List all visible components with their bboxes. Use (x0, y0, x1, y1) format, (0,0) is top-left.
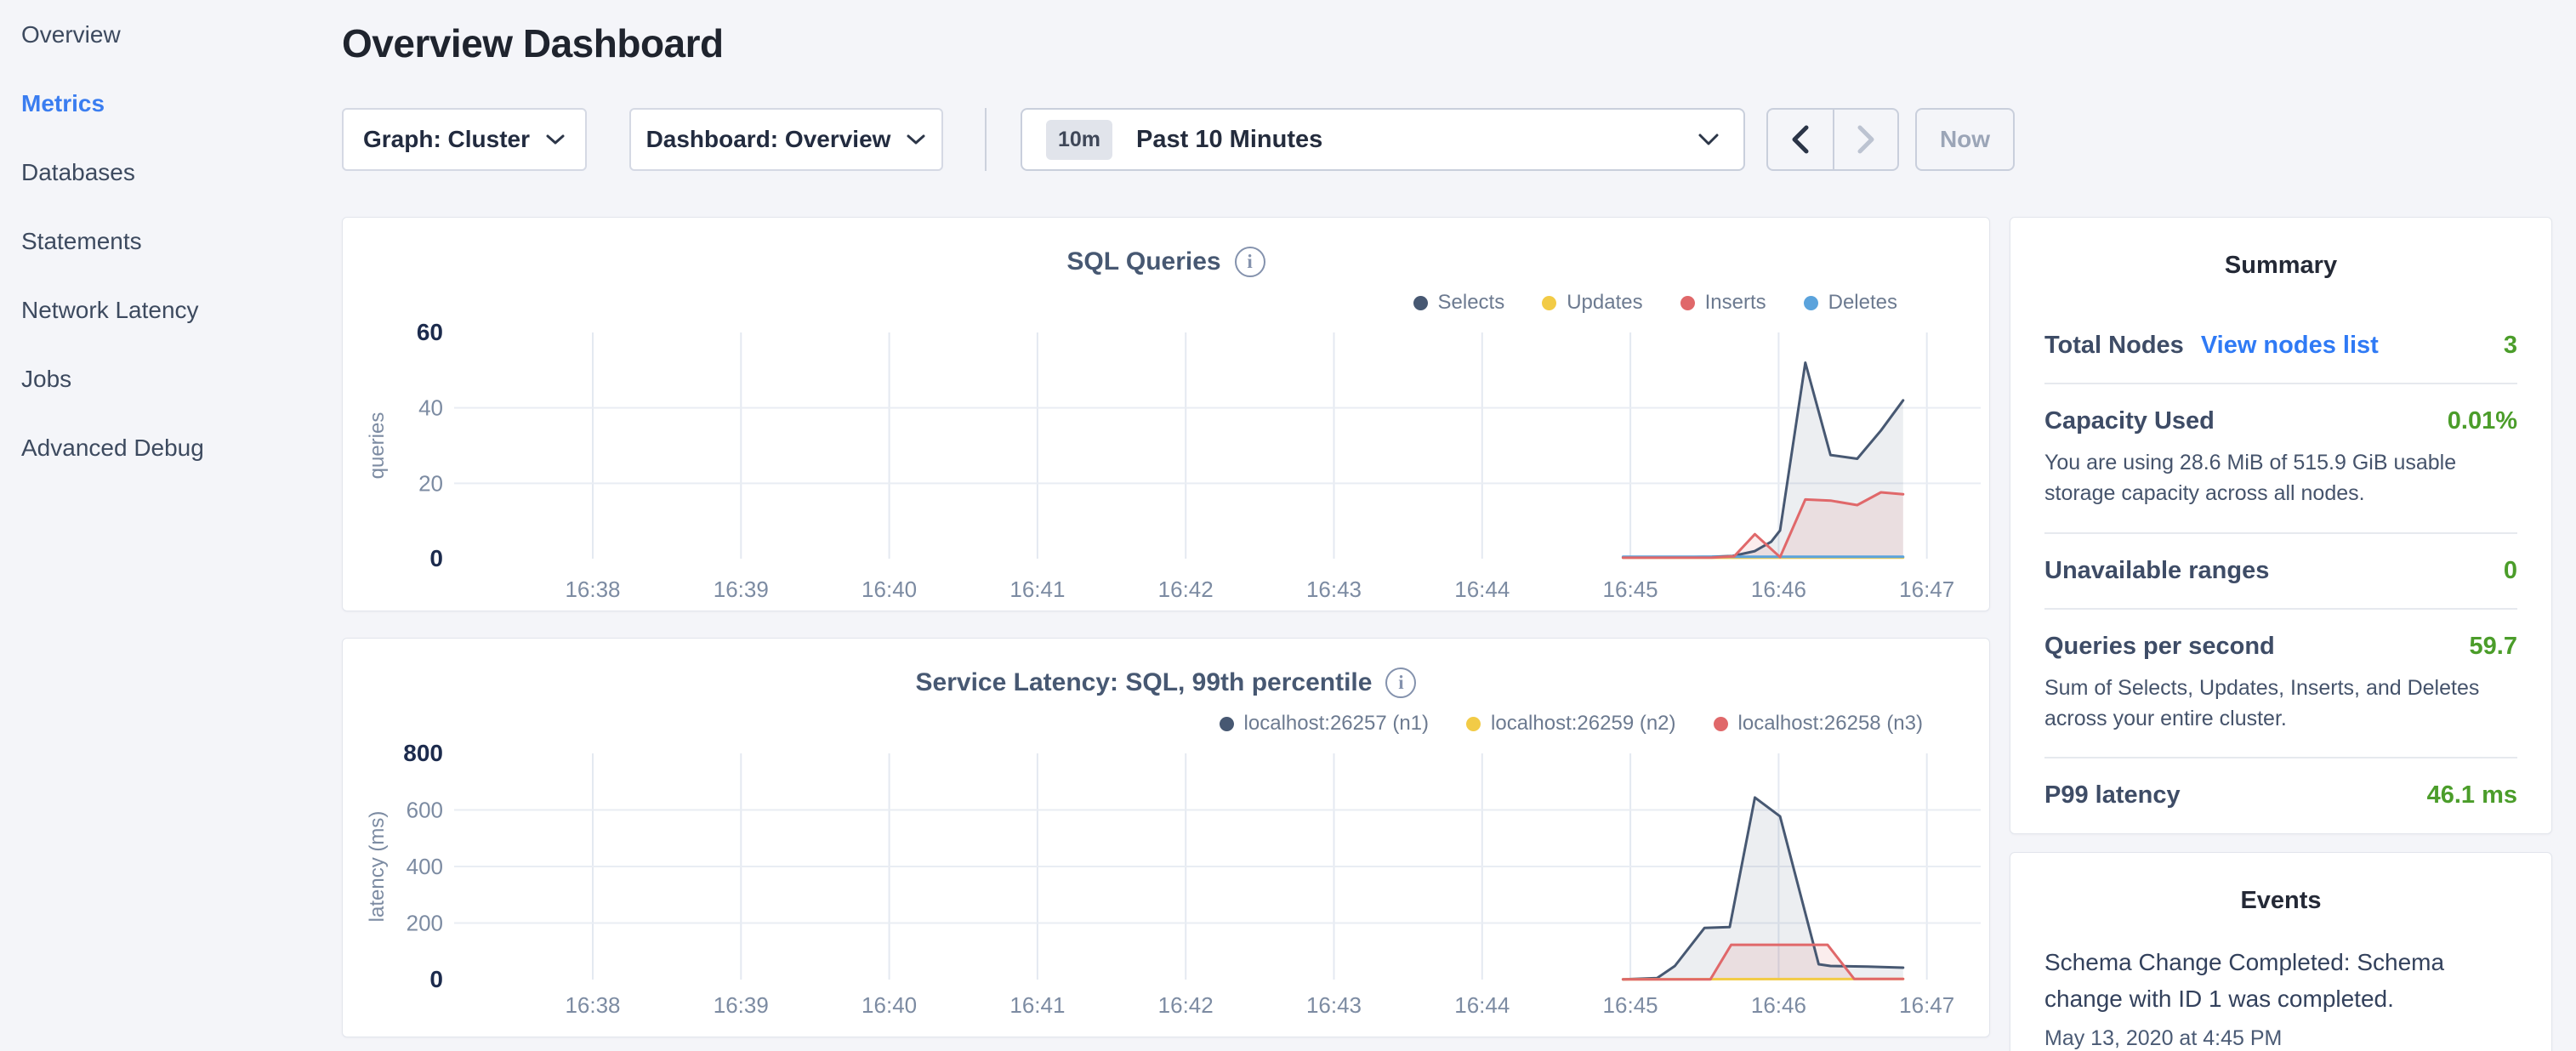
summary-row-unavailable-ranges: Unavailable ranges 0 (2044, 532, 2517, 608)
x-tick-label: 16:42 (1158, 992, 1214, 1018)
y-tick-label: 400 (407, 854, 443, 879)
y-tick-label: 60 (417, 319, 443, 345)
x-tick-label: 16:44 (1454, 577, 1510, 602)
y-tick-label: 40 (418, 395, 443, 421)
time-range-badge: 10m (1046, 120, 1112, 160)
queries-per-second-value: 59.7 (2470, 633, 2517, 661)
x-tick-label: 16:39 (714, 577, 769, 602)
sidebar-item-jobs[interactable]: Jobs (21, 344, 327, 413)
total-nodes-label: Total Nodes (2044, 332, 2184, 360)
events-title: Events (2044, 887, 2517, 915)
previous-time-button[interactable] (1768, 110, 1833, 169)
now-button[interactable]: Now (1915, 108, 2015, 171)
page-title: Overview Dashboard (342, 20, 724, 66)
x-tick-label: 16:40 (862, 577, 917, 602)
sql-queries-plot[interactable]: 16:38 16:39 16:40 16:41 16:42 16:43 16:44 16:45… (343, 218, 1989, 611)
y-axis-unit-label: latency (ms) (366, 811, 389, 923)
queries-per-second-description: Sum of Selects, Updates, Inserts, and De… (2044, 673, 2517, 735)
x-tick-label: 16:47 (1899, 577, 1954, 602)
time-step-buttons (1766, 108, 1899, 171)
summary-row-p99-latency: P99 latency 46.1 ms (2044, 757, 2517, 832)
sidebar-item-overview[interactable]: Overview (21, 0, 327, 69)
x-tick-label: 16:43 (1306, 992, 1362, 1018)
events-panel: Events Schema Change Completed: Schema c… (2010, 852, 2552, 1051)
y-tick-label: 20 (418, 470, 443, 496)
x-tick-label: 16:46 (1751, 577, 1806, 602)
x-tick-label: 16:41 (1009, 577, 1065, 602)
x-tick-label: 16:40 (862, 992, 917, 1018)
y-tick-label: 600 (407, 798, 443, 823)
view-nodes-list-link[interactable]: View nodes list (2201, 332, 2379, 360)
service-latency-plot[interactable]: 16:38 16:39 16:40 16:41 16:42 16:43 16:44 16:45… (343, 639, 1989, 1037)
y-tick-label: 800 (403, 740, 443, 766)
unavailable-ranges-label: Unavailable ranges (2044, 557, 2269, 585)
chart-canvas: 16:38 16:39 16:40 16:41 16:42 16:43 16:44 16:45… (343, 639, 1991, 1038)
chart-canvas: 16:38 16:39 16:40 16:41 16:42 16:43 16:44 16:45… (343, 218, 1991, 612)
sidebar-item-statements[interactable]: Statements (21, 207, 327, 276)
graph-dropdown-label: Graph: Cluster (363, 126, 530, 153)
queries-per-second-label: Queries per second (2044, 633, 2275, 661)
next-time-button[interactable] (1833, 110, 1897, 169)
chevron-down-icon (545, 134, 566, 145)
summary-panel: Summary Total Nodes View nodes list 3 Ca… (2010, 217, 2552, 834)
capacity-used-description: You are using 28.6 MiB of 515.9 GiB usab… (2044, 447, 2517, 509)
sidebar: Overview Metrics Databases Statements Ne… (21, 0, 327, 482)
y-tick-label: 0 (429, 545, 443, 571)
y-axis-unit-label: queries (366, 412, 389, 480)
y-tick-label: 200 (407, 911, 443, 936)
controls-row: Graph: Cluster Dashboard: Overview 10m P… (0, 108, 2576, 171)
controls-divider (985, 108, 987, 171)
chevron-right-icon (1855, 124, 1877, 155)
summary-title: Summary (2044, 252, 2517, 280)
event-item: Schema Change Completed: Schema change w… (2044, 944, 2517, 1051)
chevron-down-icon (1697, 133, 1720, 146)
time-range-selector[interactable]: 10m Past 10 Minutes (1021, 108, 1745, 171)
chevron-left-icon (1789, 124, 1811, 155)
x-tick-label: 16:47 (1899, 992, 1954, 1018)
x-tick-label: 16:46 (1751, 992, 1806, 1018)
capacity-used-label: Capacity Used (2044, 407, 2215, 435)
sql-queries-chart-card: SQL Queries i Selects Updates Inserts De… (342, 217, 1990, 611)
chevron-down-icon (906, 134, 926, 145)
unavailable-ranges-value: 0 (2504, 557, 2517, 585)
x-tick-label: 16:39 (714, 992, 769, 1018)
service-latency-chart-card: Service Latency: SQL, 99th percentile i … (342, 638, 1990, 1037)
x-tick-label: 16:45 (1603, 577, 1658, 602)
p99-latency-label: P99 latency (2044, 781, 2181, 810)
graph-dropdown[interactable]: Graph: Cluster (342, 108, 587, 171)
x-tick-label: 16:44 (1454, 992, 1510, 1018)
sidebar-item-advanced-debug[interactable]: Advanced Debug (21, 413, 327, 482)
y-tick-label: 0 (429, 966, 443, 992)
p99-latency-value: 46.1 ms (2427, 781, 2517, 810)
event-message: Schema Change Completed: Schema change w… (2044, 944, 2517, 1018)
summary-row-capacity-used: Capacity Used 0.01% You are using 28.6 M… (2044, 383, 2517, 532)
total-nodes-value: 3 (2504, 332, 2517, 360)
x-tick-label: 16:38 (565, 577, 620, 602)
db-console-screen: Overview Metrics Databases Statements Ne… (0, 0, 2576, 1051)
x-tick-label: 16:42 (1158, 577, 1214, 602)
time-range-label: Past 10 Minutes (1136, 126, 1697, 154)
x-tick-label: 16:45 (1603, 992, 1658, 1018)
sidebar-item-network-latency[interactable]: Network Latency (21, 276, 327, 344)
event-timestamp: May 13, 2020 at 4:45 PM (2044, 1026, 2517, 1051)
dashboard-dropdown-label: Dashboard: Overview (646, 126, 891, 153)
x-tick-label: 16:41 (1009, 992, 1065, 1018)
summary-row-total-nodes: Total Nodes View nodes list 3 (2044, 309, 2517, 383)
summary-row-queries-per-second: Queries per second 59.7 Sum of Selects, … (2044, 608, 2517, 758)
x-tick-label: 16:38 (565, 992, 620, 1018)
dashboard-dropdown[interactable]: Dashboard: Overview (629, 108, 943, 171)
x-tick-label: 16:43 (1306, 577, 1362, 602)
capacity-used-value: 0.01% (2448, 407, 2517, 435)
